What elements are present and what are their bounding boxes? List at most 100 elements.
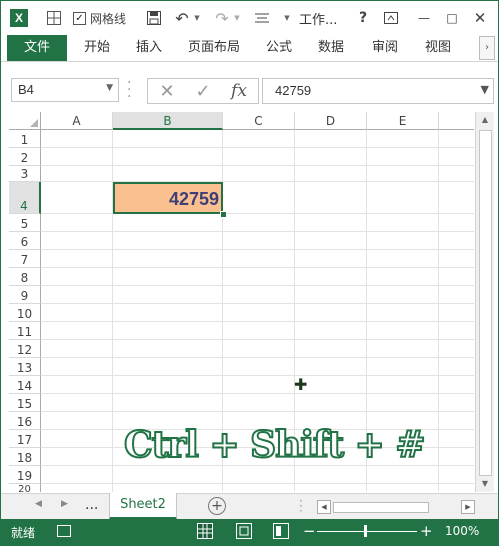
prev-sheet-icon[interactable]: ◀	[35, 499, 42, 509]
vertical-scrollbar[interactable]: ▲ ▼	[475, 112, 494, 492]
horizontal-scrollbar[interactable]: ◀ ▶	[317, 500, 475, 514]
tab-data[interactable]: 数据	[311, 35, 351, 61]
formula-bar: B4 ▼ · · · ✕ ✓ fx 42759 ▼	[1, 62, 498, 110]
tab-insert[interactable]: 插入	[129, 35, 169, 61]
gridline	[41, 321, 474, 322]
save-icon[interactable]	[143, 1, 165, 35]
shortcut-overlay-text: Ctrl + Shift + #	[123, 423, 427, 467]
worksheet-grid[interactable]: A B C D E 1 2 3 4 5 6 7 8 9 10 11 12 13 …	[9, 112, 474, 492]
title-bar: X ✓ 网格线 ↶ ▼ ↷ ▼ ▼ 工作... ? — □ ✕	[1, 1, 498, 35]
row-header-1[interactable]: 1	[9, 130, 41, 148]
scroll-down-icon[interactable]: ▼	[476, 476, 494, 492]
help-button[interactable]: ?	[353, 1, 373, 35]
cancel-icon[interactable]: ✕	[150, 79, 184, 103]
gridline	[41, 231, 474, 232]
tab-home[interactable]: 开始	[77, 35, 117, 61]
row-header-10[interactable]: 10	[9, 304, 41, 322]
row-header-17[interactable]: 17	[9, 430, 41, 448]
macro-record-icon[interactable]	[57, 525, 71, 537]
gridline	[41, 213, 474, 214]
scroll-left-icon[interactable]: ◀	[317, 500, 331, 514]
name-box[interactable]: B4 ▼	[11, 78, 119, 102]
gridline	[41, 357, 474, 358]
active-cell-b4[interactable]: 42759	[113, 182, 223, 214]
gridline	[41, 249, 474, 250]
more-sheets-button[interactable]: ...	[85, 497, 98, 513]
tab-view[interactable]: 视图	[418, 35, 458, 61]
table-icon[interactable]	[43, 1, 65, 35]
row-header-4[interactable]: 4	[9, 182, 41, 214]
zoom-slider-track[interactable]	[317, 531, 417, 532]
minimize-button[interactable]: —	[413, 1, 435, 35]
row-header-16[interactable]: 16	[9, 412, 41, 430]
row-header-13[interactable]: 13	[9, 358, 41, 376]
expand-formula-bar-icon[interactable]: ▼	[481, 83, 489, 96]
formula-input[interactable]: 42759 ▼	[262, 78, 494, 104]
row-header-5[interactable]: 5	[9, 214, 41, 232]
row-header-18[interactable]: 18	[9, 448, 41, 466]
excel-window: X ✓ 网格线 ↶ ▼ ↷ ▼ ▼ 工作... ? — □ ✕ 文件 开始 插入	[0, 0, 499, 546]
gridline	[41, 411, 474, 412]
column-header-c[interactable]: C	[223, 112, 295, 130]
column-header-d[interactable]: D	[295, 112, 367, 130]
row-header-8[interactable]: 8	[9, 268, 41, 286]
column-header-e[interactable]: E	[367, 112, 439, 130]
fill-handle[interactable]	[220, 211, 227, 218]
redo-dropdown-icon[interactable]: ▼	[232, 1, 242, 35]
row-header-3[interactable]: 3	[9, 166, 41, 182]
scroll-up-icon[interactable]: ▲	[476, 112, 494, 128]
column-header-partial[interactable]	[439, 112, 474, 130]
column-header-a[interactable]: A	[41, 112, 113, 130]
row-header-9[interactable]: 9	[9, 286, 41, 304]
row-header-12[interactable]: 12	[9, 340, 41, 358]
zoom-slider-thumb[interactable]	[364, 525, 367, 537]
row-header-19[interactable]: 19	[9, 466, 41, 484]
tab-review[interactable]: 审阅	[365, 35, 405, 61]
tab-formulas[interactable]: 公式	[259, 35, 299, 61]
tabs-split-handle[interactable]: · · ·	[299, 495, 304, 517]
enter-check-icon[interactable]: ✓	[186, 79, 220, 103]
column-header-b[interactable]: B	[113, 112, 223, 130]
close-button[interactable]: ✕	[469, 1, 491, 35]
zoom-out-button[interactable]: −	[303, 522, 316, 540]
page-break-view-icon[interactable]	[273, 523, 289, 539]
gridline	[41, 165, 474, 166]
row-header-2[interactable]: 2	[9, 148, 41, 166]
formula-buttons: ✕ ✓ fx	[147, 78, 259, 104]
next-sheet-icon[interactable]: ▶	[61, 499, 68, 509]
customize-qat-dropdown-icon[interactable]: ▼	[281, 1, 293, 35]
row-header-14[interactable]: 14	[9, 376, 41, 394]
gridline	[41, 375, 474, 376]
gridline	[41, 303, 474, 304]
ribbon-scroll-right-button[interactable]: ›	[479, 36, 495, 60]
excel-logo-icon: X	[7, 1, 31, 35]
redo-icon[interactable]: ↷	[211, 1, 233, 35]
page-layout-view-icon[interactable]	[236, 523, 252, 539]
zoom-in-button[interactable]: +	[420, 522, 433, 540]
chevron-down-icon[interactable]: ▼	[106, 83, 113, 93]
ribbon-display-options-icon[interactable]	[381, 1, 401, 35]
row-header-20[interactable]: 20	[9, 484, 41, 492]
tab-file[interactable]: 文件	[7, 35, 67, 61]
cursor-plus-icon: ✚	[294, 375, 308, 394]
menu-icon[interactable]	[251, 1, 273, 35]
scroll-right-icon[interactable]: ▶	[461, 500, 475, 514]
tab-page-layout[interactable]: 页面布局	[183, 35, 245, 61]
row-header-6[interactable]: 6	[9, 232, 41, 250]
formula-bar-resize-handle[interactable]: · · ·	[127, 76, 133, 104]
normal-view-icon[interactable]	[197, 523, 213, 539]
insert-function-icon[interactable]: fx	[222, 79, 256, 103]
row-header-15[interactable]: 15	[9, 394, 41, 412]
zoom-level[interactable]: 100%	[445, 524, 479, 538]
horizontal-scroll-thumb[interactable]	[333, 502, 429, 513]
vertical-scroll-thumb[interactable]	[479, 130, 492, 476]
gridlines-checkbox[interactable]: ✓ 网格线	[73, 1, 139, 35]
undo-dropdown-icon[interactable]: ▼	[192, 1, 202, 35]
select-all-corner[interactable]	[9, 112, 41, 130]
maximize-button[interactable]: □	[441, 1, 463, 35]
row-header-7[interactable]: 7	[9, 250, 41, 268]
sheet-tab-sheet2[interactable]: Sheet2	[109, 493, 177, 520]
row-header-11[interactable]: 11	[9, 322, 41, 340]
add-sheet-button[interactable]: +	[208, 497, 226, 515]
undo-icon[interactable]: ↶	[171, 1, 193, 35]
